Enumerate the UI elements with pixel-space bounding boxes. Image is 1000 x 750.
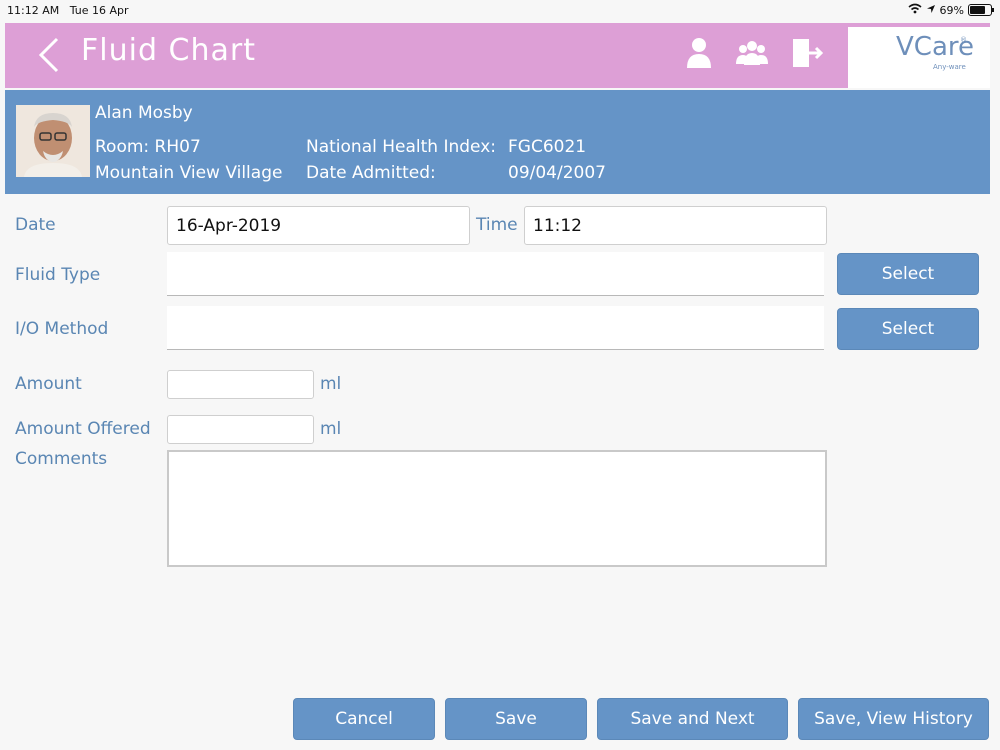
time-label: Time [476, 215, 518, 235]
fluid-type-select-button[interactable]: Select [837, 253, 979, 295]
battery-icon [968, 4, 994, 16]
patient-info-bar: Alan Mosby Room: RH07 Mountain View Vill… [5, 90, 990, 194]
user-icon[interactable] [681, 35, 717, 71]
room-value: RH07 [154, 137, 201, 157]
amount-input[interactable] [167, 370, 314, 399]
header-bar: Fluid Chart [5, 23, 990, 88]
io-method-label: I/O Method [15, 319, 109, 339]
save-button[interactable]: Save [445, 698, 587, 740]
status-date: Tue 16 Apr [69, 4, 129, 17]
battery-percent: 69% [939, 3, 964, 17]
time-field[interactable]: 11:12 [524, 206, 827, 245]
fluid-type-field[interactable] [167, 252, 824, 296]
amount-unit: ml [320, 374, 342, 394]
status-bar: 11:12 AM Tue 16 Apr 69% [0, 0, 1000, 22]
village-name: Mountain View Village [95, 163, 283, 183]
nhi-label: National Health Index: [306, 137, 496, 157]
back-chevron-icon[interactable] [35, 37, 63, 73]
logout-icon[interactable] [789, 35, 825, 71]
location-arrow-icon [926, 4, 936, 17]
patient-name: Alan Mosby [95, 103, 193, 123]
io-method-select-button[interactable]: Select [837, 308, 979, 350]
group-icon[interactable] [734, 35, 770, 71]
cancel-button[interactable]: Cancel [293, 698, 435, 740]
comments-textarea[interactable] [167, 450, 827, 567]
room-label: Room: [95, 137, 150, 157]
vcare-logo: VCare ® Any-ware [848, 27, 990, 88]
comments-label: Comments [15, 449, 108, 469]
date-label: Date [15, 215, 56, 235]
amount-offered-label: Amount Offered [15, 419, 151, 439]
amount-offered-unit: ml [320, 419, 342, 439]
admitted-value: 09/04/2007 [508, 163, 606, 183]
save-view-history-button[interactable]: Save, View History [798, 698, 989, 740]
fluid-type-label: Fluid Type [15, 265, 101, 285]
page-title: Fluid Chart [81, 33, 256, 68]
patient-avatar [16, 105, 90, 177]
amount-label: Amount [15, 374, 82, 394]
date-field[interactable]: 16-Apr-2019 [167, 206, 470, 245]
io-method-field[interactable] [167, 306, 824, 350]
wifi-icon [908, 3, 922, 17]
status-time: 11:12 AM Tue 16 Apr [7, 4, 129, 17]
nhi-value: FGC6021 [508, 137, 587, 157]
save-and-next-button[interactable]: Save and Next [597, 698, 788, 740]
admitted-label: Date Admitted: [306, 163, 436, 183]
amount-offered-input[interactable] [167, 415, 314, 444]
